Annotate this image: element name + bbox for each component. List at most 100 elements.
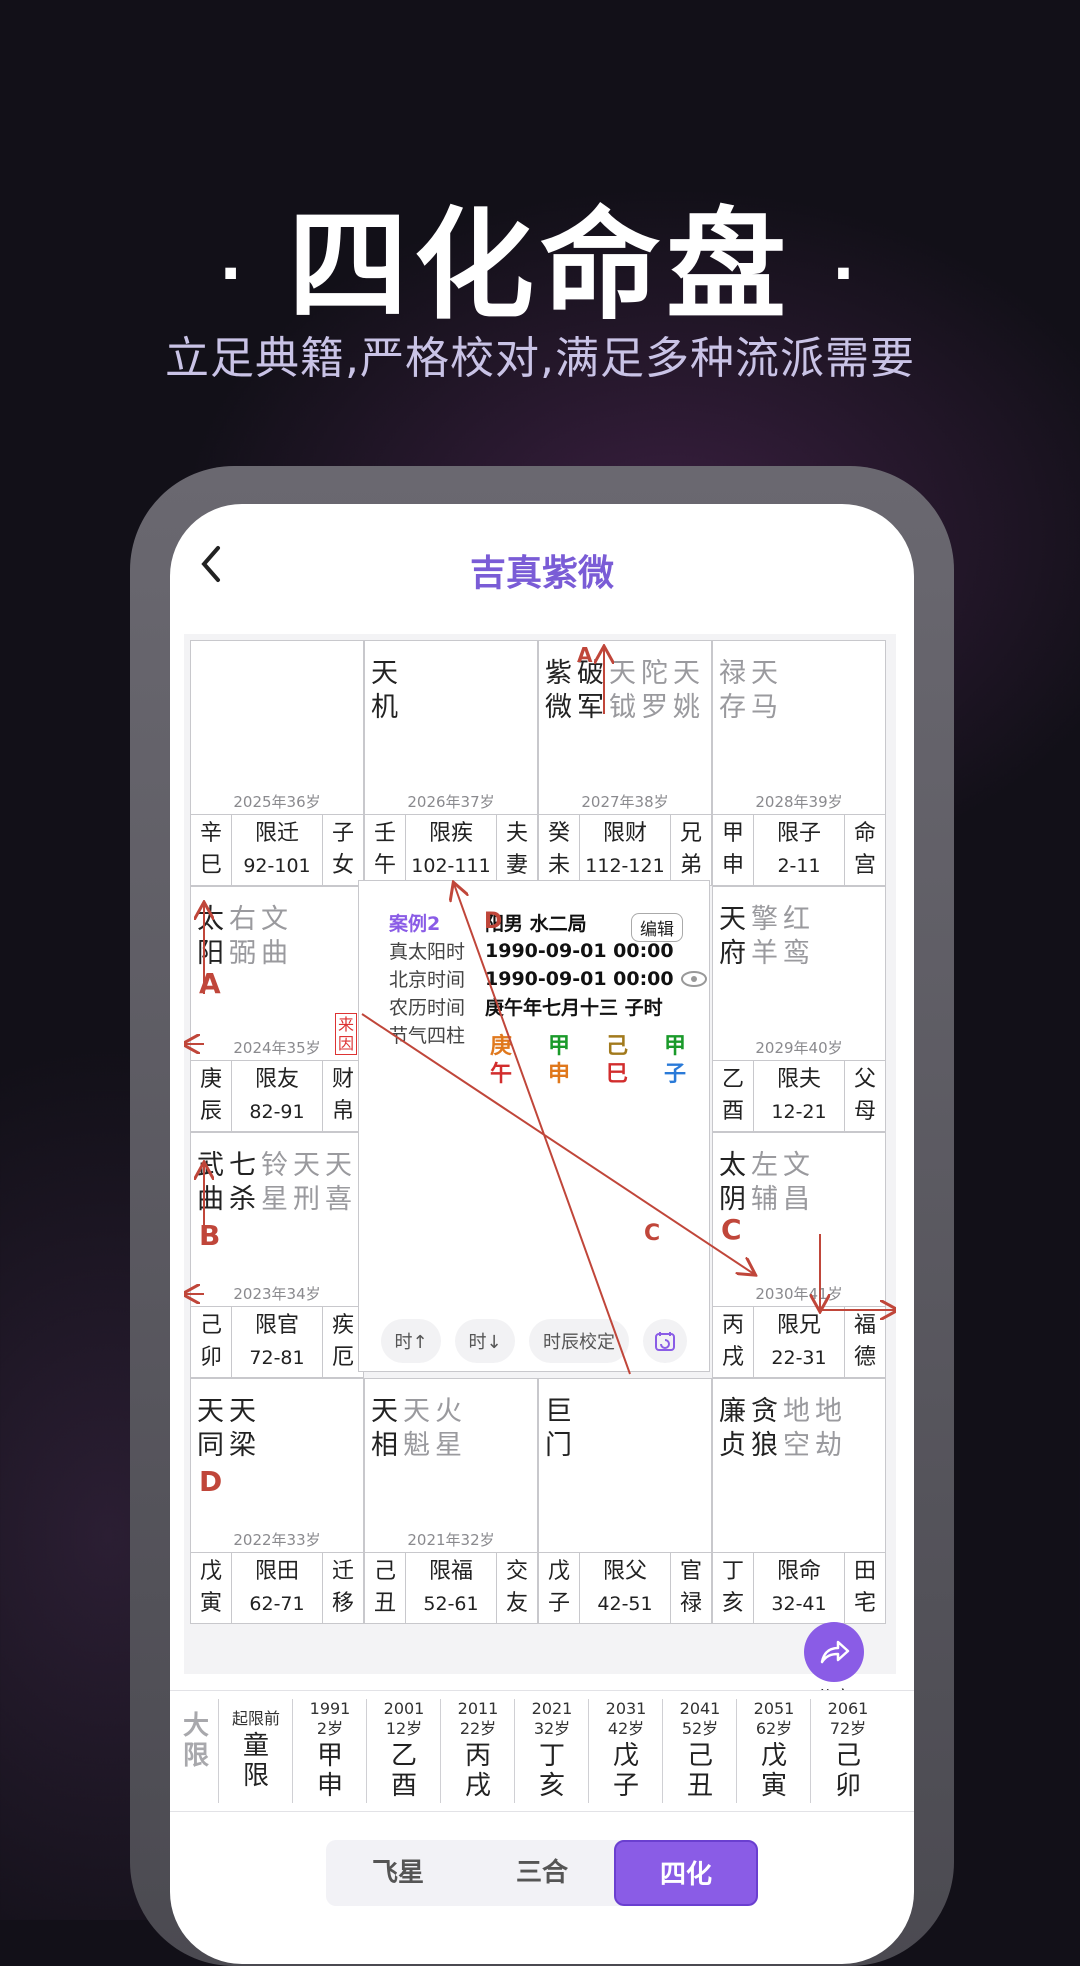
palace-stars: 廉贞贪狼地空地劫	[719, 1395, 881, 1463]
hour-up-button[interactable]: 时↑	[381, 1319, 441, 1363]
major-limit-zhi: 丑	[686, 1771, 713, 1801]
major-limit-col[interactable]: 2011 22岁丙戌	[440, 1699, 515, 1803]
palace-cell[interactable]: 紫微破军天钺陀罗天姚 A 2027年38岁癸未限财 112-121 兄弟	[538, 640, 712, 886]
major-limit-col[interactable]: 2001 12岁乙酉	[366, 1699, 441, 1803]
major-limit-col[interactable]: 2041 52岁己丑	[662, 1699, 737, 1803]
major-limit-col[interactable]: 2051 62岁戊寅	[736, 1699, 811, 1803]
tab-2[interactable]: 四化	[614, 1840, 758, 1906]
share-button[interactable]	[804, 1622, 864, 1682]
palace-name-2: 弟	[679, 853, 702, 878]
palace-gan: 戊	[199, 1559, 222, 1584]
palace-ganzhi: 辛巳	[191, 815, 232, 885]
tab-0[interactable]: 飞星	[326, 1840, 470, 1906]
palace-age: 2029年40岁	[755, 1039, 843, 1057]
palace-cell[interactable]: 太阳右弼文曲 A 来因 2024年35岁庚辰限友 82-91 财帛	[190, 886, 364, 1132]
palace-gan: 丁	[721, 1559, 744, 1584]
minor-star: 文昌	[783, 1150, 810, 1215]
palace-gan: 己	[373, 1559, 396, 1584]
palace-cell[interactable]: 天府擎羊红鸾 2029年40岁乙酉限夫 12-21 父母	[712, 886, 886, 1132]
palace-limit-name: 限子	[776, 821, 821, 846]
palace-stars: 太阳右弼文曲	[197, 903, 359, 971]
major-limit-col[interactable]: 2031 42岁戊子	[588, 1699, 663, 1803]
pillar-gan: 甲	[663, 1034, 686, 1059]
hero-title-text: 四化命盘	[288, 197, 792, 336]
palace-cell[interactable]: 天机 2026年37岁壬午限疾 102-111 夫妻	[364, 640, 538, 886]
calibrate-hour-button[interactable]: 时辰校定	[529, 1319, 629, 1363]
info-row-beijing: 北京时间 1990-09-01 00:00	[389, 965, 708, 992]
palace-name-2: 女	[331, 853, 354, 878]
major-limit-year: 2061	[827, 1699, 869, 1718]
palace-cell[interactable]: 巨门戊子限父 42-51 官禄	[538, 1378, 712, 1624]
minor-star: 天钺	[609, 658, 636, 723]
palace-cell[interactable]: 天相天魁火星 2021年32岁己丑限福 52-61 交友	[364, 1378, 538, 1624]
palace-name-1: 子	[331, 821, 354, 846]
chart-center-info: 案例2 阳男 水二局 编辑 真太阳时 1990-09-01 00:00 北京时间 1…	[358, 880, 710, 1372]
main-star: 天梁	[229, 1396, 256, 1461]
pillar-zhi: 巳	[605, 1062, 628, 1087]
palace-ganzhi: 丁亥	[713, 1553, 754, 1623]
palace-limit-range: 12-21	[771, 1101, 827, 1123]
palace-limit: 限官 72-81	[232, 1307, 323, 1377]
palace-cell[interactable]: 禄存天马 2028年39岁甲申限子 2-11 命宫	[712, 640, 886, 886]
palace-limit-range: 112-121	[585, 855, 665, 877]
palace-footer: 乙酉限夫 12-21 父母	[713, 1060, 885, 1131]
palace-cell[interactable]: 太阴左辅文昌 C 2030年41岁丙戌限兄 22-31 福德	[712, 1132, 886, 1378]
palace-name-1: 兄	[679, 821, 702, 846]
palace-name: 财帛	[323, 1061, 363, 1131]
palace-name-1: 田	[853, 1559, 876, 1584]
palace-name-1: 官	[679, 1559, 702, 1584]
major-limits-strip: 大限 起限前童限 1991 2岁甲申 2001 12岁乙酉 2011 22岁丙戌 2021 32…	[170, 1690, 914, 1812]
major-limit-year: 2011	[457, 1699, 499, 1718]
major-limit-zhi: 限	[242, 1761, 269, 1791]
major-limit-col[interactable]: 1991 2岁甲申	[292, 1699, 367, 1803]
palace-name: 福德	[845, 1307, 885, 1377]
palace-stars: 天相天魁火星	[371, 1395, 533, 1463]
palace-footer: 丁亥限命 32-41 田宅	[713, 1552, 885, 1623]
major-limit-col[interactable]: 2021 32岁丁亥	[514, 1699, 589, 1803]
palace-gan: 己	[199, 1313, 222, 1338]
palace-limit-range: 72-81	[249, 1347, 305, 1369]
gender-ju: 阳男 水二局	[485, 913, 587, 935]
palace-zhi: 巳	[199, 853, 222, 878]
major-limit-zhi: 戌	[464, 1771, 491, 1801]
pillar-gan: 己	[605, 1034, 628, 1059]
eye-icon[interactable]	[680, 969, 708, 989]
minor-star: 地空	[783, 1396, 810, 1461]
minor-star: 天姚	[673, 658, 700, 723]
palace-cell[interactable]: 武曲七杀铃星天刑天喜 B 2023年34岁己卯限官 72-81 疾厄	[190, 1132, 364, 1378]
hour-down-button[interactable]: 时↓	[455, 1319, 515, 1363]
palace-cell[interactable]: 廉贞贪狼地空地劫丁亥限命 32-41 田宅	[712, 1378, 886, 1624]
palace-name-2: 友	[505, 1591, 528, 1616]
palace-zhi: 未	[547, 853, 570, 878]
palace-zhi: 辰	[199, 1099, 222, 1124]
palace-name: 子女	[323, 815, 363, 885]
palace-limit-range: 52-61	[423, 1593, 479, 1615]
major-limit-col[interactable]: 2061 72岁己卯	[810, 1699, 885, 1803]
palace-name-2: 德	[853, 1345, 876, 1370]
pillar-gan: 甲	[547, 1034, 570, 1059]
palace-limit-range: 42-51	[597, 1593, 653, 1615]
major-limit-gan: 戊	[760, 1741, 787, 1771]
minor-star: 火星	[435, 1396, 462, 1461]
palace-age: 2025年36岁	[233, 793, 321, 811]
palace-age: 2023年34岁	[233, 1285, 321, 1303]
pillar: 甲申	[545, 1033, 573, 1089]
palace-footer: 己丑限福 52-61 交友	[365, 1552, 537, 1623]
palace-zhi: 午	[373, 853, 396, 878]
palace-zhi: 酉	[721, 1099, 744, 1124]
calibrate-icon[interactable]	[643, 1319, 687, 1363]
palace-cell[interactable]: 天同天梁 D 2022年33岁戊寅限田 62-71 迁移	[190, 1378, 364, 1624]
palace-stars: 武曲七杀铃星天刑天喜	[197, 1149, 359, 1217]
major-limit-year: 1991	[309, 1699, 351, 1718]
minor-star: 天刑	[293, 1150, 320, 1215]
palace-stars: 紫微破军天钺陀罗天姚	[545, 657, 707, 725]
major-limit-zhi: 卯	[834, 1771, 861, 1801]
palace-cell[interactable]: 2025年36岁辛巳限迁 92-101 子女	[190, 640, 364, 886]
palace-name-1: 父	[853, 1067, 876, 1092]
palace-limit-range: 62-71	[249, 1593, 305, 1615]
tab-1[interactable]: 三合	[470, 1840, 614, 1906]
major-limit-gan: 甲	[316, 1741, 343, 1771]
major-limit-col[interactable]: 起限前童限	[218, 1699, 293, 1803]
palace-limit: 限福 52-61	[406, 1553, 497, 1623]
main-star: 破军	[577, 658, 604, 723]
